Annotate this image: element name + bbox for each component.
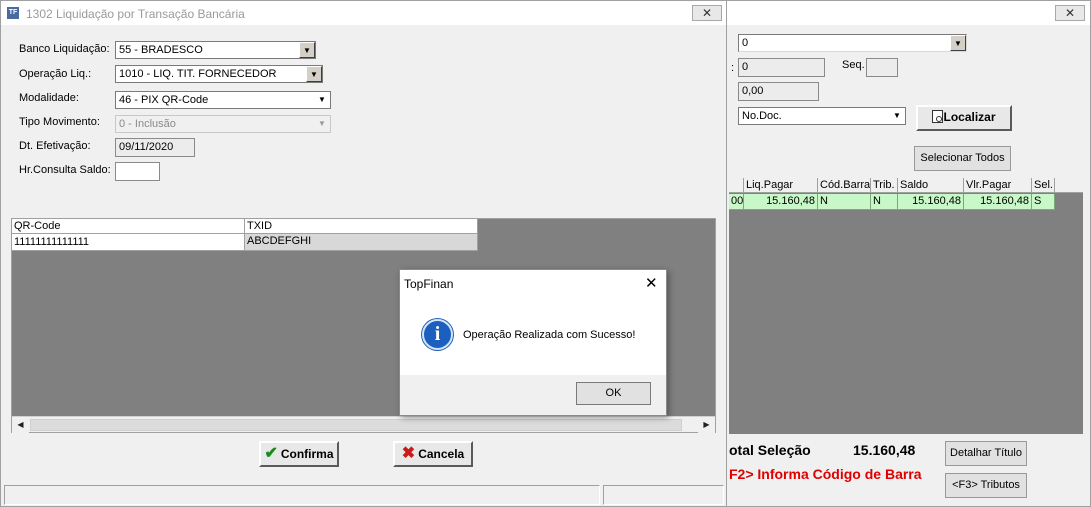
grid-header-qrcode[interactable]: QR-Code xyxy=(12,219,245,234)
detalhar-titulo-button[interactable]: Detalhar Título xyxy=(945,441,1027,466)
x-icon: ✖ xyxy=(401,445,416,462)
checkmark-icon: ✔ xyxy=(264,445,278,462)
operacao-label: Operação Liq.: xyxy=(19,68,92,80)
chevron-down-icon[interactable]: ▼ xyxy=(889,108,905,124)
seq-field[interactable] xyxy=(866,58,898,77)
total-selecao-label: otal Seleção xyxy=(729,442,811,458)
order-combo[interactable]: No.Doc. ▼ xyxy=(738,107,906,125)
grid-header-saldo[interactable]: Saldo xyxy=(898,178,964,193)
main-window: TF 1302 Liquidação por Transação Bancári… xyxy=(0,0,727,507)
field-b[interactable]: 0,00 xyxy=(738,82,819,101)
background-titlebar xyxy=(727,1,1090,25)
field-a-prefix: : xyxy=(731,62,735,74)
horizontal-scrollbar[interactable]: ◀ ▶ xyxy=(12,416,715,433)
table-cell[interactable]: 11111111111111 xyxy=(12,234,245,251)
localizar-button[interactable]: Localizar xyxy=(916,105,1012,131)
confirma-button[interactable]: ✔ Confirma xyxy=(259,441,339,467)
table-row[interactable]: 11111111111111 ABCDEFGHI xyxy=(12,234,478,251)
localizar-label: Localizar xyxy=(943,110,996,124)
table-cell: 15.160,48 xyxy=(744,194,818,209)
total-selecao-value: 15.160,48 xyxy=(853,442,916,458)
confirma-label: Confirma xyxy=(280,447,334,461)
cancela-label: Cancela xyxy=(418,447,465,461)
table-cell[interactable]: ABCDEFGHI xyxy=(245,234,478,251)
table-cell: S xyxy=(1032,194,1055,209)
chevron-down-icon[interactable]: ▼ xyxy=(314,92,330,108)
chevron-down-icon[interactable]: ▼ xyxy=(306,66,322,82)
banco-value: 55 - BRADESCO xyxy=(119,44,203,56)
table-cell: N xyxy=(871,194,898,209)
info-icon: i xyxy=(422,319,453,350)
order-combo-value: No.Doc. xyxy=(742,110,782,122)
tipo-movimento-label: Tipo Movimento: xyxy=(19,116,100,128)
grid-header-0 xyxy=(729,178,744,193)
status-panel-1 xyxy=(4,485,600,505)
hr-consulta-label: Hr.Consulta Saldo: xyxy=(19,164,111,176)
ok-button[interactable]: OK xyxy=(576,382,651,405)
dialog-close-icon[interactable]: ✕ xyxy=(645,274,658,292)
message-dialog: TopFinan ✕ i Operação Realizada com Suce… xyxy=(399,269,667,416)
document-search-icon xyxy=(932,110,944,123)
table-cell: N xyxy=(818,194,871,209)
app-icon: TF xyxy=(7,7,19,19)
scroll-right-icon[interactable]: ▶ xyxy=(698,417,715,433)
results-grid[interactable]: Liq.Pagar Cód.Barra Trib. Saldo Vlr.Paga… xyxy=(729,178,1083,434)
status-bar xyxy=(1,484,726,506)
grid-header-vlr-pagar[interactable]: Vlr.Pagar xyxy=(964,178,1032,193)
tipo-movimento-combo: 0 - Inclusão ▼ xyxy=(115,115,331,133)
chevron-down-icon: ▼ xyxy=(314,116,330,132)
table-cell: 00 xyxy=(731,194,744,209)
top-combo-value: 0 xyxy=(742,37,749,49)
grid-header-txid[interactable]: TXID xyxy=(245,219,478,234)
grid-header-cod-barra[interactable]: Cód.Barra xyxy=(818,178,871,193)
main-close-button[interactable]: ✕ xyxy=(692,5,722,21)
banco-label: Banco Liquidação: xyxy=(19,43,110,55)
grid-header-filler xyxy=(1055,178,1083,193)
modalidade-combo[interactable]: 46 - PIX QR-Code ▼ xyxy=(115,91,331,109)
modalidade-value: 46 - PIX QR-Code xyxy=(119,94,209,106)
table-cell: 15.160,48 xyxy=(898,194,964,209)
modalidade-label: Modalidade: xyxy=(19,92,79,104)
scrollbar-thumb[interactable] xyxy=(30,419,682,431)
field-a[interactable]: 0 xyxy=(738,58,825,77)
main-titlebar: TF 1302 Liquidação por Transação Bancári… xyxy=(1,1,726,25)
status-panel-2 xyxy=(603,485,724,505)
close-icon: ✕ xyxy=(1064,6,1076,20)
operacao-value: 1010 - LIQ. TIT. FORNECEDOR xyxy=(119,68,277,80)
dialog-title: TopFinan xyxy=(404,277,454,291)
table-cell: 15.160,48 xyxy=(964,194,1032,209)
table-row[interactable]: 00 15.160,48 N N 15.160,48 15.160,48 S xyxy=(729,194,1055,210)
dt-efetivacao-field: 09/11/2020 xyxy=(115,138,195,157)
banco-combo[interactable]: 55 - BRADESCO ▼ xyxy=(115,41,316,59)
close-icon: ✕ xyxy=(701,6,713,20)
grid-header-liq-pagar[interactable]: Liq.Pagar xyxy=(744,178,818,193)
tributos-button[interactable]: <F3> Tributos xyxy=(945,473,1027,498)
chevron-down-icon[interactable]: ▼ xyxy=(299,42,315,58)
top-combo[interactable]: 0 ▼ xyxy=(738,34,967,52)
selecionar-todos-button[interactable]: Selecionar Todos xyxy=(914,146,1011,171)
grid-header-trib[interactable]: Trib. xyxy=(871,178,898,193)
chevron-down-icon[interactable]: ▼ xyxy=(950,35,966,51)
background-close-button[interactable]: ✕ xyxy=(1055,5,1085,21)
dt-efetivacao-label: Dt. Efetivação: xyxy=(19,140,91,152)
scroll-left-icon[interactable]: ◀ xyxy=(12,417,29,433)
grid-header-sel[interactable]: Sel. xyxy=(1032,178,1055,193)
seq-label: Seq. xyxy=(842,59,865,71)
tipo-movimento-value: 0 - Inclusão xyxy=(119,118,176,130)
window-title: 1302 Liquidação por Transação Bancária xyxy=(26,7,245,21)
f2-hint: F2> Informa Código de Barra xyxy=(729,466,922,482)
cancela-button[interactable]: ✖ Cancela xyxy=(393,441,473,467)
dialog-message: Operação Realizada com Sucesso! xyxy=(463,329,636,341)
background-window: ✕ 0 ▼ : 0 Seq. 0,00 No.Doc. ▼ Localizar … xyxy=(726,0,1091,507)
hr-consulta-field[interactable] xyxy=(115,162,160,181)
operacao-combo[interactable]: 1010 - LIQ. TIT. FORNECEDOR ▼ xyxy=(115,65,323,83)
